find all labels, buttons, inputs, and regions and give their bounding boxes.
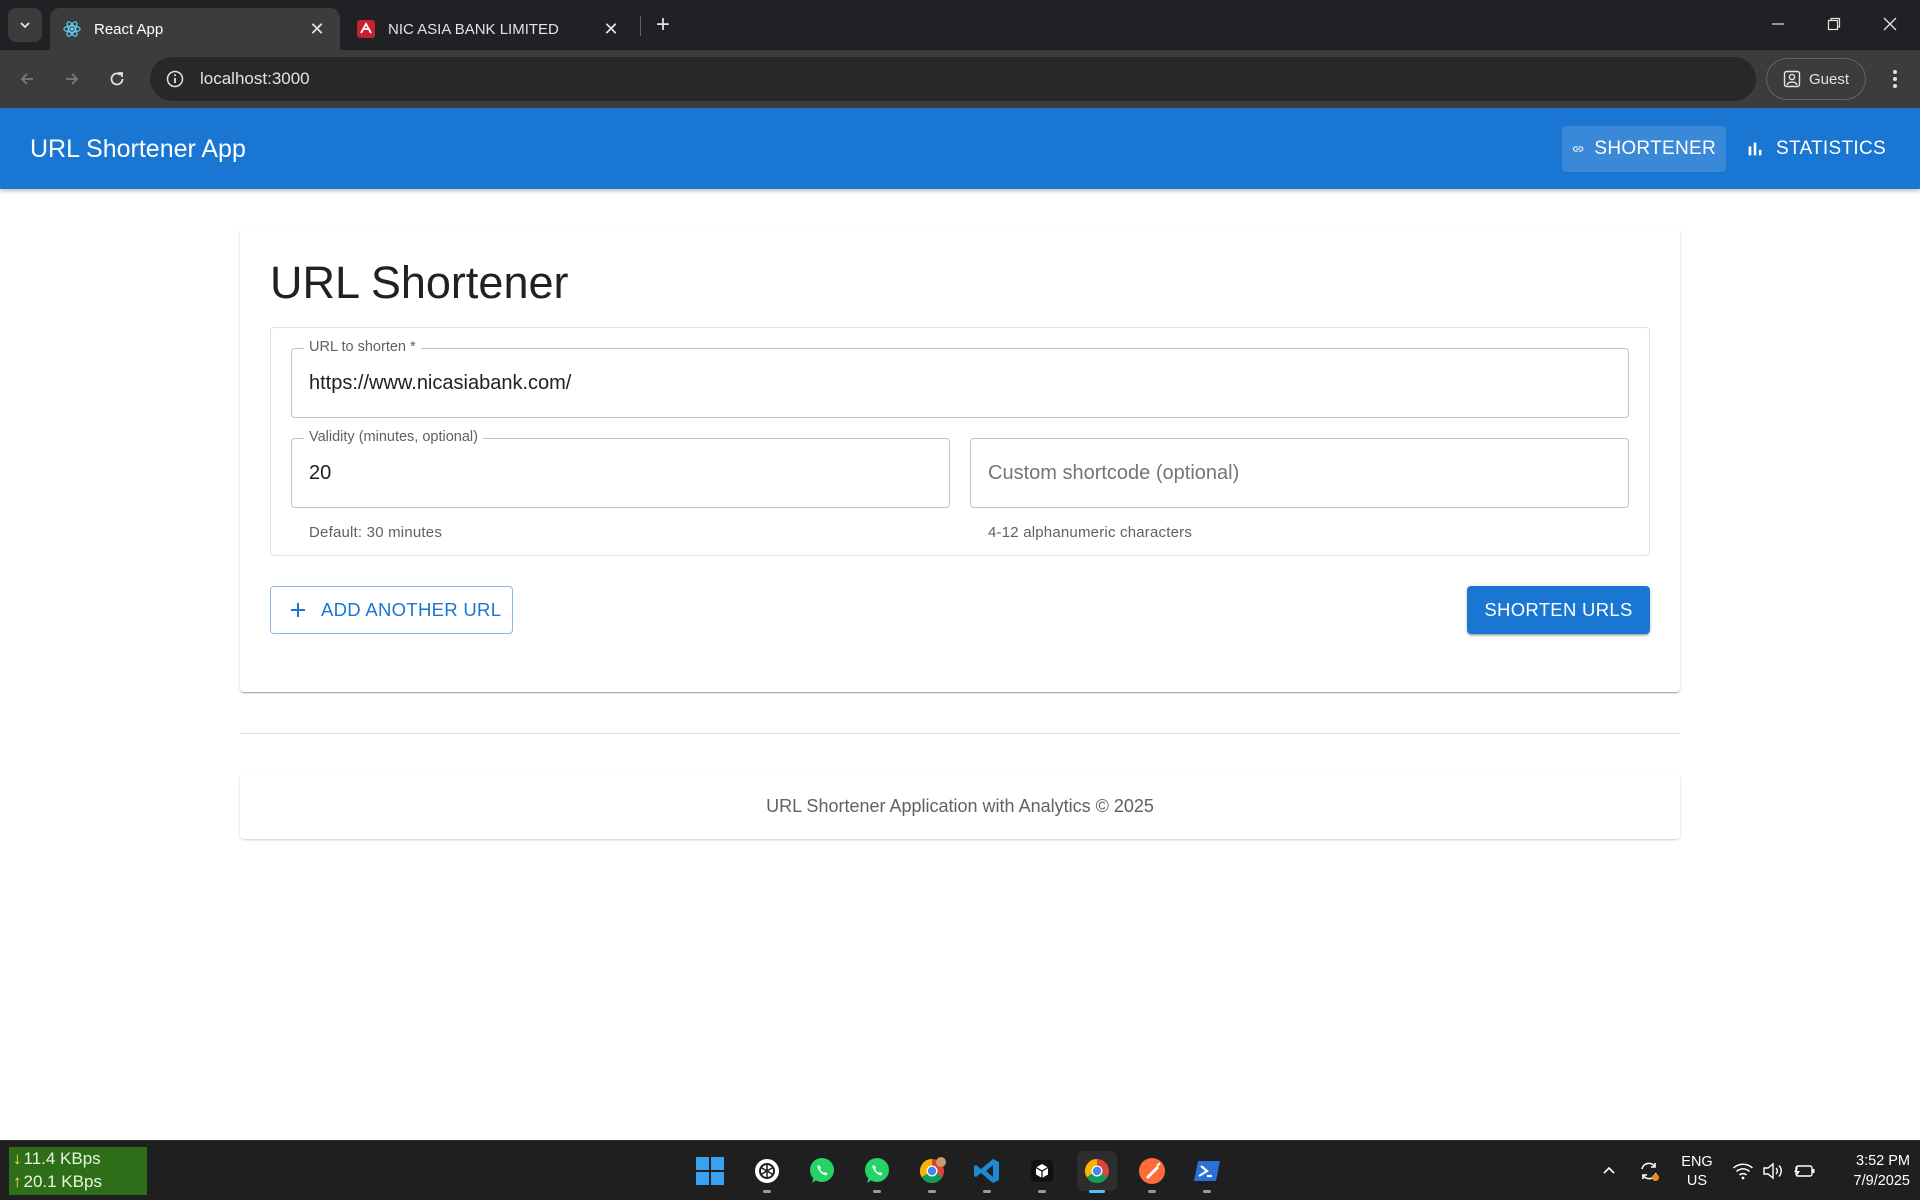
taskbar: ↓ 11.4 KBps ↑ 20.1 KBps ENG US 3:52 PM 7… [0,1140,1920,1200]
nic-asia-favicon-icon [356,19,376,39]
minimize-icon[interactable] [1756,6,1800,42]
forward-icon[interactable] [55,62,89,96]
close-tab-icon[interactable]: ✕ [600,18,622,40]
add-another-url-button[interactable]: ADD ANOTHER URL [270,586,513,634]
tab-react-app[interactable]: React App ✕ [50,8,340,50]
clock-time: 3:52 PM [1856,1153,1910,1169]
running-indicator [1148,1190,1156,1193]
whatsapp-beta-icon[interactable] [857,1151,897,1193]
running-indicator [928,1190,936,1193]
more-menu-icon[interactable] [1880,62,1910,96]
address-bar[interactable]: localhost:3000 [150,57,1756,101]
footer-text: URL Shortener Application with Analytics… [766,795,1154,816]
language-primary: ENG [1681,1154,1713,1170]
new-tab-icon[interactable]: + [650,11,676,38]
show-hidden-icons-icon[interactable] [1596,1141,1622,1200]
tab-nic-asia[interactable]: NIC ASIA BANK LIMITED ✕ [344,8,634,50]
url-field-value: https://www.nicasiabank.com/ [309,371,572,394]
validity-field-value: 20 [309,461,332,484]
profile-label: Guest [1808,70,1850,88]
upload-arrow-icon: ↑ [13,1172,22,1191]
postman-icon[interactable] [1132,1151,1172,1193]
nav-shortener[interactable]: SHORTENER [1562,126,1726,172]
sync-icon[interactable] [1634,1141,1664,1200]
chrome-icon[interactable] [1077,1151,1117,1193]
windows-start-icon[interactable] [690,1151,730,1191]
reload-icon[interactable] [100,62,134,96]
tab-search-button[interactable] [8,8,42,42]
nav-statistics-label: STATISTICS [1776,138,1886,159]
close-tab-icon[interactable]: ✕ [306,18,328,40]
whatsapp-icon[interactable] [802,1151,842,1191]
link-icon [1573,146,1584,152]
running-indicator [873,1190,881,1193]
plus-icon [291,603,305,617]
close-window-icon[interactable] [1868,6,1912,42]
shortener-card: URL Shortener URL to shorten * https://w… [240,229,1680,692]
running-indicator [1038,1190,1046,1193]
tab-separator [640,16,641,36]
browser-tab-strip: React App ✕ NIC ASIA BANK LIMITED ✕ + [0,0,1920,50]
restore-icon[interactable] [1812,6,1856,42]
network-monitor: ↓ 11.4 KBps ↑ 20.1 KBps [9,1147,147,1195]
profile-button[interactable]: Guest [1766,58,1866,100]
chrome-profile-icon[interactable] [912,1151,952,1193]
nav-statistics[interactable]: STATISTICS [1734,126,1896,172]
vscode-icon[interactable] [967,1151,1007,1193]
back-icon[interactable] [10,62,44,96]
terminal-app-icon[interactable] [1022,1151,1062,1193]
app-bar: URL Shortener App SHORTENER STATISTICS [0,108,1920,189]
shortcode-helper-text: 4-12 alphanumeric characters [988,524,1193,541]
powershell-icon[interactable] [1187,1151,1227,1193]
chatgpt-icon[interactable] [747,1151,787,1193]
validity-helper-text: Default: 30 minutes [309,524,443,541]
running-indicator [983,1190,991,1193]
footer: URL Shortener Application with Analytics… [240,773,1680,839]
download-arrow-icon: ↓ [13,1149,22,1168]
tab-title: React App [94,20,164,38]
react-icon [62,19,82,39]
nav-shortener-label: SHORTENER [1594,138,1716,159]
wifi-icon[interactable] [1730,1141,1756,1200]
chevron-down-icon [20,22,30,29]
page-title: URL Shortener [270,257,569,308]
language-secondary: US [1686,1173,1708,1189]
tab-title: NIC ASIA BANK LIMITED [388,20,559,38]
site-info-icon[interactable] [164,68,186,90]
divider [240,733,1680,734]
language-indicator[interactable]: ENG US [1678,1153,1716,1191]
system-clock[interactable]: 3:52 PM 7/9/2025 [1826,1151,1910,1191]
running-indicator [763,1190,771,1193]
profile-icon [1783,70,1801,88]
browser-toolbar: localhost:3000 Guest [0,50,1920,108]
volume-icon[interactable] [1760,1141,1786,1200]
add-another-url-label: ADD ANOTHER URL [321,599,502,620]
battery-icon[interactable] [1790,1141,1818,1200]
shortcode-field[interactable]: Custom shortcode (optional) [970,438,1629,508]
active-indicator [1089,1190,1105,1193]
running-indicator [1203,1190,1211,1193]
net-up-value: 20.1 KBps [23,1172,102,1191]
bar-chart-icon [1748,142,1762,156]
clock-date: 7/9/2025 [1853,1173,1910,1189]
address-text: localhost:3000 [200,69,310,88]
shorten-urls-button[interactable]: SHORTEN URLS [1467,586,1650,634]
validity-field[interactable]: Validity (minutes, optional) 20 [291,429,950,508]
app-title: URL Shortener App [30,135,246,163]
url-entry-group: URL to shorten * https://www.nicasiabank… [270,327,1650,556]
url-field[interactable]: URL to shorten * https://www.nicasiabank… [291,339,1629,418]
shortcode-placeholder: Custom shortcode (optional) [988,461,1240,484]
net-down-value: 11.4 KBps [23,1149,101,1168]
